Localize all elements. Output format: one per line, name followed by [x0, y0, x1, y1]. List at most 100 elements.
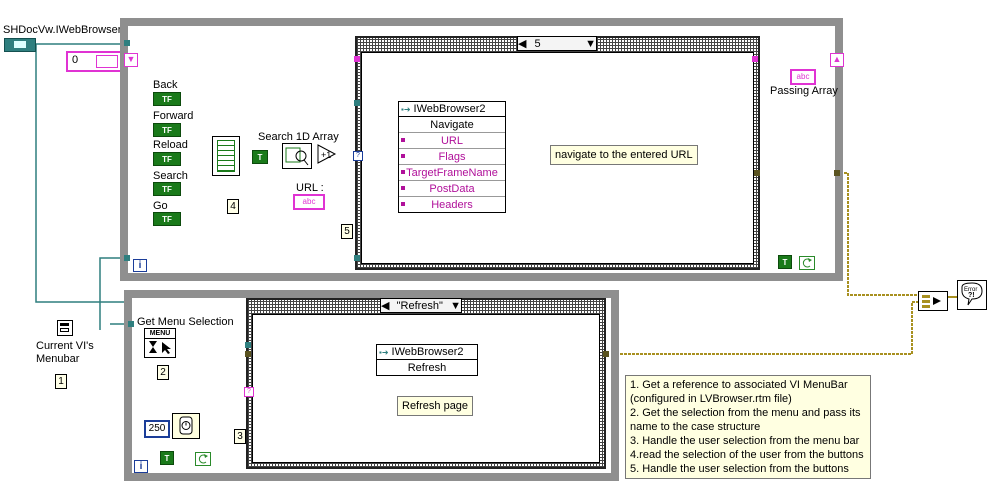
invoke-node-refresh-title: IWebBrowser2 [391, 346, 464, 358]
step-number-1: 1 [55, 374, 67, 389]
search-array-icon [285, 147, 309, 166]
method-navigate: Navigate [430, 118, 474, 131]
selector-left-arrow-icon[interactable]: ◀ [518, 37, 526, 50]
selector-left-arrow-bottom-icon[interactable]: ◀ [381, 299, 389, 312]
navigate-comment: navigate to the entered URL [550, 145, 698, 165]
param-headers: Headers [399, 196, 505, 212]
loop-refnum-in [124, 40, 130, 46]
tunnel-refnum-in [354, 100, 360, 106]
array-index: 0 [72, 54, 79, 66]
forward-button-terminal[interactable]: TF [153, 123, 181, 137]
reload-button-terminal[interactable]: TF [153, 152, 181, 166]
loop-bottom-refnum-in [128, 321, 134, 327]
invoke-node-title: IWebBrowser2 [413, 103, 486, 115]
wait-node[interactable] [172, 413, 200, 439]
note-line-5: 3. Handle the user selection from the me… [630, 435, 860, 447]
current-vi-menubar-label: Current VI's Menubar [36, 340, 94, 365]
loop-menubar-in [124, 255, 130, 261]
tunnel-error-bottom-out [603, 351, 609, 357]
note-line-4: name to the case structure [630, 421, 761, 433]
loop-error-out [834, 170, 840, 176]
menu-glyph: MENU [145, 329, 175, 339]
step-number-4: 4 [227, 199, 239, 214]
search-label: Search [153, 170, 188, 182]
back-button-terminal[interactable]: TF [153, 92, 181, 106]
tunnel-pink-in [354, 56, 360, 62]
refnum-terminal[interactable] [4, 38, 36, 52]
url-label: URL : [296, 182, 324, 194]
selector-dropdown-icon[interactable]: ▼ [585, 38, 596, 50]
param-postdata: PostData [399, 180, 505, 196]
increment-icon[interactable]: +1 [317, 144, 337, 164]
build-array-icon [217, 140, 235, 172]
invoke-node-navigate[interactable]: ▪➜ IWebBrowser2 Navigate URL Flags Targe… [398, 101, 506, 213]
simple-error-handler-node[interactable]: Error ?! [957, 280, 987, 310]
loop-condition-top-icon[interactable] [799, 256, 815, 270]
param-targetframename: TargetFrameName [399, 164, 505, 180]
tunnel-menubar [354, 255, 360, 261]
tunnel-error-bottom-in [245, 351, 251, 357]
shift-register-right-icon: ▲ [830, 53, 844, 67]
search-button-terminal[interactable]: TF [153, 182, 181, 196]
case-structure-bottom[interactable] [246, 298, 606, 469]
shift-register-left-icon: ▼ [124, 53, 138, 67]
clock-icon [179, 416, 193, 435]
case-selector-bottom[interactable]: ◀ "Refresh" ▼ [380, 298, 462, 313]
error-dialog-icon: Error ?! [961, 282, 983, 306]
step-number-3: 3 [234, 429, 246, 444]
passing-array-indicator[interactable]: abc [790, 69, 816, 85]
note-line-2: (configured in LVBrowser.rtm file) [630, 393, 792, 405]
case-selector-terminal-bottom: ? [244, 387, 254, 397]
refnum-label: SHDocVw.IWebBrowser2 [3, 24, 128, 36]
search-1d-array-node[interactable] [282, 143, 312, 169]
array-constant[interactable]: 0 [66, 51, 122, 72]
merge-errors-node[interactable] [918, 291, 948, 311]
search-1d-array-label: Search 1D Array [258, 131, 339, 143]
note-line-7: 5. Handle the user selection from the bu… [630, 463, 849, 475]
param-flags: Flags [399, 148, 505, 164]
true-constant[interactable]: T [252, 150, 268, 164]
param-url: URL [399, 132, 505, 148]
get-menu-selection-node[interactable]: MENU [144, 328, 176, 358]
url-control-terminal[interactable]: abc [293, 194, 325, 210]
get-menu-selection-label: Get Menu Selection [137, 316, 234, 328]
refresh-comment: Refresh page [397, 396, 474, 416]
note-line-1: 1. Get a reference to associated VI Menu… [630, 379, 848, 391]
array-element [96, 55, 118, 68]
invoke-node-refresh[interactable]: ▪➜ IWebBrowser2 Refresh [376, 344, 478, 376]
svg-text:?!: ?! [968, 292, 975, 299]
iteration-terminal-bottom: i [134, 460, 148, 473]
current-vi-menubar-node[interactable] [57, 320, 73, 336]
case-selector-bottom-value: "Refresh" [396, 299, 443, 312]
go-label: Go [153, 200, 168, 212]
reload-label: Reload [153, 139, 188, 151]
stop-constant-top[interactable]: T [778, 255, 792, 269]
wait-ms-constant[interactable]: 250 [144, 420, 170, 438]
build-array-node[interactable] [212, 136, 240, 176]
tunnel-refnum-bottom [245, 342, 251, 348]
case-selector-value: 5 [534, 37, 541, 50]
tunnel-pink-out [752, 56, 758, 62]
step-number-5: 5 [341, 224, 353, 239]
iteration-terminal-top: i [133, 259, 147, 272]
method-refresh: Refresh [407, 361, 447, 374]
forward-label: Forward [153, 110, 194, 122]
merge-errors-icon [922, 295, 941, 308]
refnum-arrow-bottom-icon: ▪➜ [379, 347, 389, 357]
case-selector-top[interactable]: ◀ 5 ▼ [517, 36, 597, 51]
tunnel-error-out [754, 170, 760, 176]
step-number-2: 2 [157, 365, 169, 380]
note-line-3: 2. Get the selection from the menu and p… [630, 407, 861, 419]
refnum-glyph-icon [14, 41, 26, 48]
note-line-6: 4.read the selection of the user from th… [630, 449, 864, 461]
case-bottom-interior [252, 314, 600, 463]
notes-comment: 1. Get a reference to associated VI Menu… [625, 375, 871, 479]
go-button-terminal[interactable]: TF [153, 212, 181, 226]
stop-constant-bottom[interactable]: T [160, 451, 174, 465]
loop-condition-bottom-icon[interactable] [195, 452, 211, 466]
selector-dropdown-bottom-icon[interactable]: ▼ [450, 300, 461, 312]
back-label: Back [153, 79, 178, 91]
hourglass-cursor-icon [149, 341, 171, 354]
case-selector-terminal-top: ? [353, 151, 363, 161]
passing-array-label: Passing Array [770, 85, 838, 97]
